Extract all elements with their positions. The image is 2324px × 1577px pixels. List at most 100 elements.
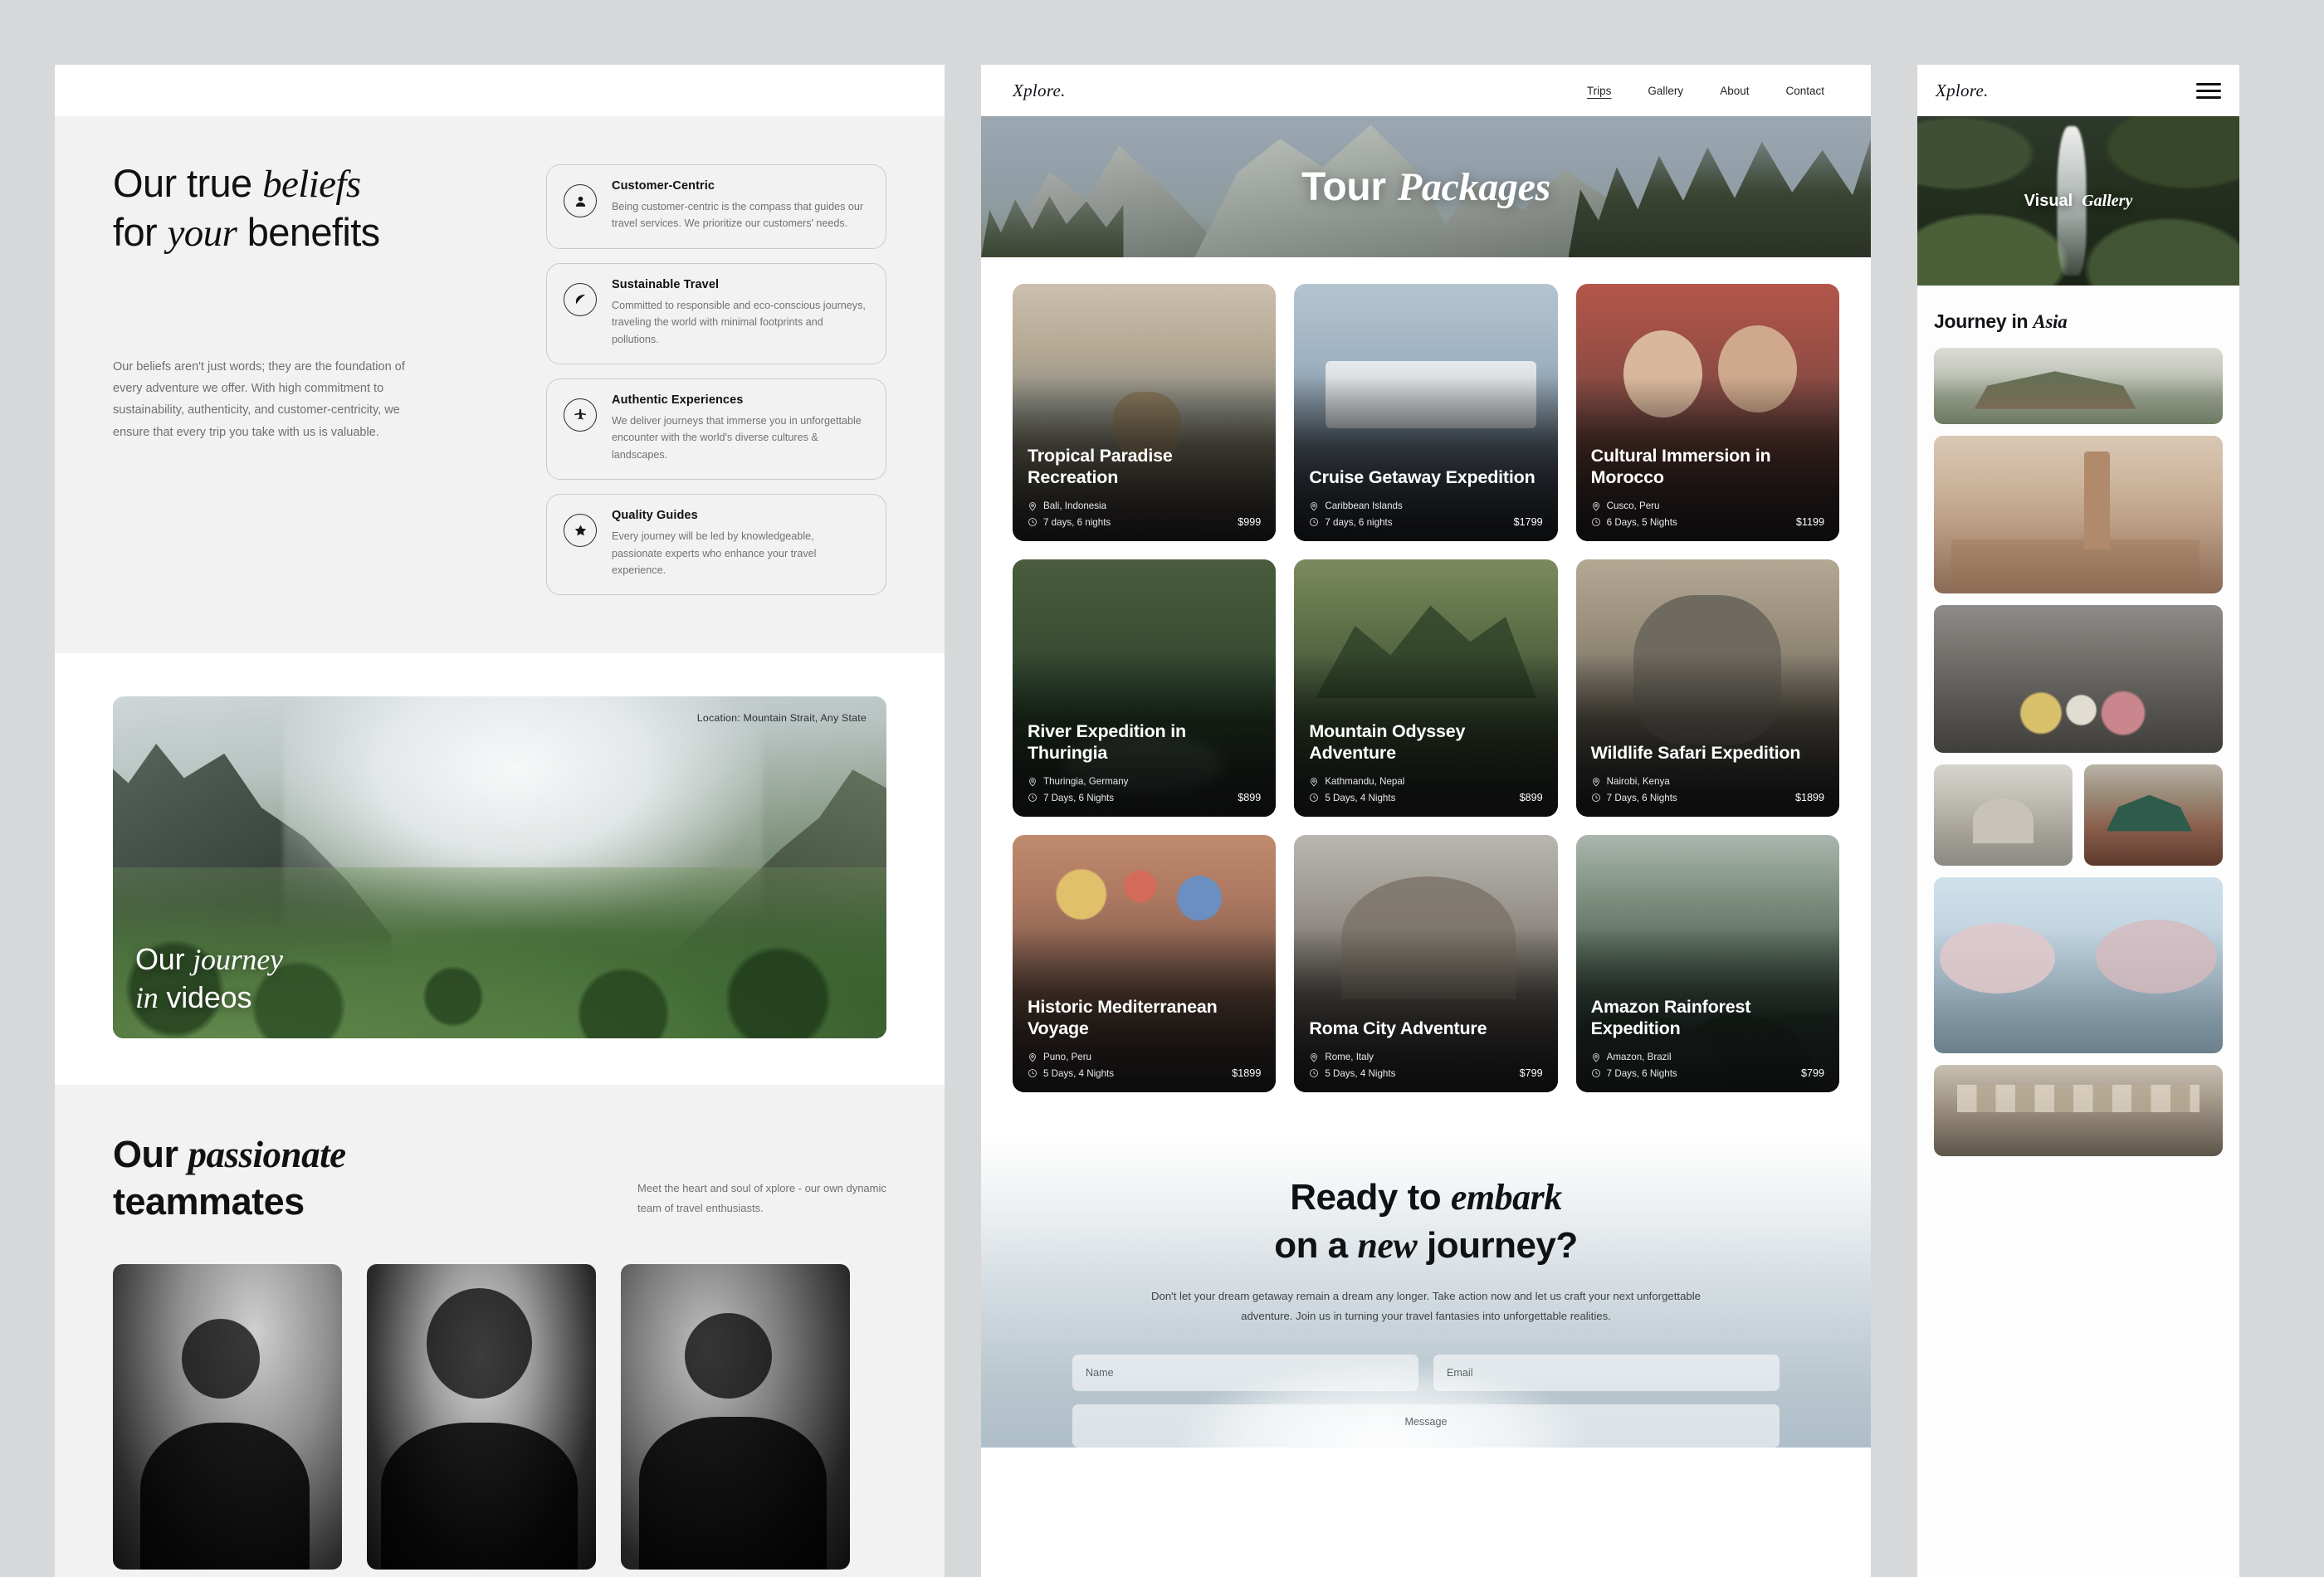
hamburger-menu-icon[interactable]: [2196, 83, 2221, 99]
feature-body: Committed to responsible and eco-conscio…: [612, 297, 867, 348]
feature-card-customer-centric[interactable]: Customer-Centric Being customer-centric …: [546, 164, 886, 249]
message-input[interactable]: Message: [1072, 1404, 1780, 1448]
portrait-head: [182, 1319, 260, 1399]
gallery-temple-roofs[interactable]: [2084, 764, 2223, 866]
airplane-icon: [564, 398, 597, 432]
contact-form: Name Email Message: [981, 1355, 1871, 1448]
tour-card[interactable]: River Expedition in Thuringia Thuringia,…: [1013, 559, 1276, 817]
feature-card-sustainable-travel[interactable]: Sustainable Travel Committed to responsi…: [546, 263, 886, 364]
tour-card-content: Cultural Immersion in Morocco Cusco, Per…: [1591, 446, 1824, 528]
clock-icon: [1309, 517, 1319, 527]
nav-links: Trips Gallery About Contact: [1587, 85, 1839, 97]
tour-duration-text: 5 Days, 4 Nights: [1043, 1068, 1114, 1079]
cta-title-part-1: Ready to: [1290, 1177, 1451, 1218]
feature-card-text: Authentic Experiences We deliver journey…: [612, 393, 867, 463]
center-navbar: Xplore. Trips Gallery About Contact: [981, 65, 1871, 116]
tour-location: Rome, Italy: [1309, 1052, 1542, 1062]
mobile-hero-title-plain: Visual: [2024, 192, 2073, 211]
gallery-kimono-street[interactable]: [1934, 605, 2223, 753]
tour-title: Roma City Adventure: [1309, 1018, 1542, 1040]
tour-duration: 5 Days, 4 Nights: [1309, 793, 1395, 803]
team-photo-3[interactable]: [621, 1264, 850, 1570]
tour-card-content: Wildlife Safari Expedition Nairobi, Keny…: [1591, 743, 1824, 803]
leaf-icon: [564, 283, 597, 316]
beliefs-left-column: Our true beliefs for your benefits Our b…: [113, 159, 511, 595]
tour-duration-text: 6 Days, 5 Nights: [1607, 517, 1677, 528]
portrait-body: [639, 1417, 827, 1570]
tour-card[interactable]: Mountain Odyssey Adventure Kathmandu, Ne…: [1294, 559, 1557, 817]
beliefs-title-part-2: for: [113, 210, 168, 254]
feature-card-quality-guides[interactable]: Quality Guides Every journey will be led…: [546, 494, 886, 595]
location-pin-icon: [1591, 501, 1601, 511]
feature-card-authentic-experiences[interactable]: Authentic Experiences We deliver journey…: [546, 378, 886, 480]
beliefs-title: Our true beliefs for your benefits: [113, 159, 511, 258]
name-input[interactable]: Name: [1072, 1355, 1418, 1391]
tour-card[interactable]: Cruise Getaway Expedition Caribbean Isla…: [1294, 284, 1557, 541]
brand-logo[interactable]: Xplore.: [1013, 81, 1066, 101]
beliefs-title-italic-1: beliefs: [262, 163, 361, 206]
video-card[interactable]: Location: Mountain Strait, Any State Our…: [113, 696, 886, 1038]
gallery-pair-row: [1934, 764, 2223, 866]
video-location-label: Location: Mountain Strait, Any State: [697, 712, 867, 724]
tour-duration-text: 5 Days, 4 Nights: [1325, 793, 1395, 803]
location-pin-icon: [1591, 777, 1601, 787]
nav-link-contact[interactable]: Contact: [1785, 85, 1824, 97]
tour-duration: 5 Days, 4 Nights: [1028, 1068, 1114, 1079]
tour-duration-text: 7 days, 6 nights: [1325, 517, 1392, 528]
feature-title: Quality Guides: [612, 509, 867, 522]
tour-card[interactable]: Tropical Paradise Recreation Bali, Indon…: [1013, 284, 1276, 541]
left-panel-about: Our true beliefs for your benefits Our b…: [55, 65, 945, 1577]
tour-duration: 6 Days, 5 Nights: [1591, 517, 1677, 528]
tour-location: Amazon, Brazil: [1591, 1052, 1824, 1062]
tour-price: $899: [1520, 792, 1543, 803]
tour-duration-text: 7 Days, 6 Nights: [1607, 793, 1677, 803]
contact-form-row: Name Email: [1072, 1355, 1780, 1391]
nav-link-trips[interactable]: Trips: [1587, 85, 1612, 97]
tour-location-text: Kathmandu, Nepal: [1325, 776, 1404, 787]
team-photo-2[interactable]: [367, 1264, 596, 1570]
nav-link-about[interactable]: About: [1720, 85, 1749, 97]
tour-duration-text: 7 days, 6 nights: [1043, 517, 1111, 528]
clock-icon: [1591, 517, 1601, 527]
tour-card[interactable]: Amazon Rainforest Expedition Amazon, Bra…: [1576, 835, 1839, 1092]
email-input[interactable]: Email: [1433, 1355, 1780, 1391]
cta-subtitle: Don't let your dream getaway remain a dr…: [1135, 1286, 1716, 1326]
tour-price: $799: [1801, 1067, 1824, 1079]
tour-price: $1799: [1514, 516, 1543, 528]
tour-duration-price-row: 6 Days, 5 Nights $1199: [1591, 516, 1824, 528]
clock-icon: [1309, 1068, 1319, 1078]
tour-card[interactable]: Cultural Immersion in Morocco Cusco, Per…: [1576, 284, 1839, 541]
tour-card[interactable]: Wildlife Safari Expedition Nairobi, Keny…: [1576, 559, 1839, 817]
tour-duration-text: 7 Days, 6 Nights: [1607, 1068, 1677, 1079]
location-pin-icon: [1591, 1052, 1601, 1062]
tour-card[interactable]: Roma City Adventure Rome, Italy 5 Days, …: [1294, 835, 1557, 1092]
clock-icon: [1028, 1068, 1038, 1078]
tour-location-text: Thuringia, Germany: [1043, 776, 1128, 787]
center-panel-tour-packages: Xplore. Trips Gallery About Contact Tour…: [981, 65, 1871, 1577]
tour-location: Cusco, Peru: [1591, 500, 1824, 511]
gallery-japan-street[interactable]: [1934, 1065, 2223, 1156]
tour-location: Kathmandu, Nepal: [1309, 776, 1542, 787]
right-panel-mobile-gallery: Xplore. VisualGallery Journey in Asia: [1917, 65, 2239, 1577]
hero-banner: Tour Packages: [981, 116, 1871, 257]
team-section: Our passionate teammates Meet the heart …: [55, 1085, 945, 1569]
mobile-section-title-plain: Journey in: [1934, 310, 2033, 332]
gallery-mosque[interactable]: [1934, 764, 2073, 866]
gallery-desert-city[interactable]: [1934, 436, 2223, 593]
gallery-sakura-boats[interactable]: [1934, 877, 2223, 1053]
nav-link-gallery[interactable]: Gallery: [1648, 85, 1683, 97]
portrait-body: [381, 1423, 578, 1570]
clock-icon: [1028, 793, 1038, 803]
gallery-pagoda[interactable]: [1934, 348, 2223, 424]
team-title-part-1: Our: [113, 1133, 188, 1175]
location-pin-icon: [1028, 501, 1038, 511]
tour-card[interactable]: Historic Mediterranean Voyage Puno, Peru…: [1013, 835, 1276, 1092]
tour-card-content: Cruise Getaway Expedition Caribbean Isla…: [1309, 467, 1542, 528]
tour-location-text: Bali, Indonesia: [1043, 500, 1106, 511]
feature-title: Customer-Centric: [612, 179, 867, 193]
tour-cards-grid: Tropical Paradise Recreation Bali, Indon…: [981, 257, 1871, 1092]
beliefs-title-part-1: Our true: [113, 161, 262, 205]
team-photo-1[interactable]: [113, 1264, 342, 1570]
tour-location: Caribbean Islands: [1309, 500, 1542, 511]
brand-logo-mobile[interactable]: Xplore.: [1936, 81, 1989, 101]
